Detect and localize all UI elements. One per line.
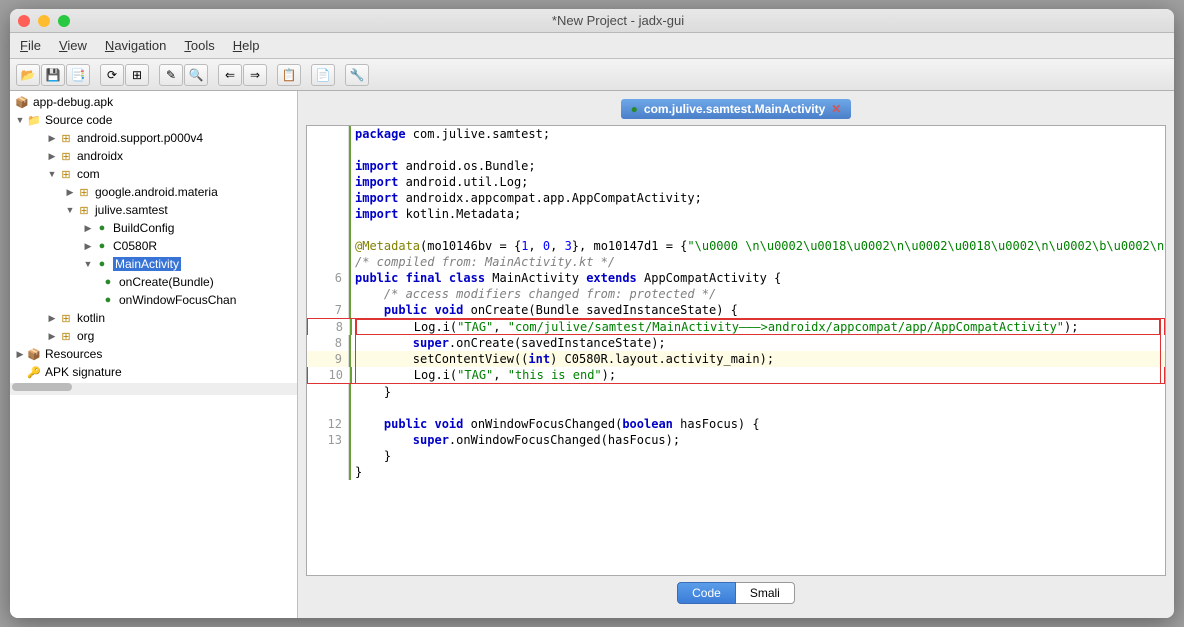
menu-tools[interactable]: Tools [184, 38, 214, 53]
menu-view[interactable]: View [59, 38, 87, 53]
tree-pkg-com[interactable]: ▼⊞com [10, 165, 297, 183]
app-window: *New Project - jadx-gui File View Naviga… [10, 9, 1174, 618]
traffic-lights [18, 15, 70, 27]
save-icon[interactable]: 💾 [41, 64, 65, 86]
content: 📦app-debug.apk ▼📁Source code ▶⊞android.s… [10, 91, 1174, 618]
view-code-button[interactable]: Code [677, 582, 736, 604]
open-icon[interactable]: 📂 [16, 64, 40, 86]
tree-apk-signature[interactable]: 🔑APK signature [10, 363, 297, 381]
tree-pkg-org[interactable]: ▶⊞org [10, 327, 297, 345]
grid-icon[interactable]: ⊞ [125, 64, 149, 86]
tree-cls-mainactivity[interactable]: ▼●MainActivity [10, 255, 297, 273]
project-tree[interactable]: 📦app-debug.apk ▼📁Source code ▶⊞android.s… [10, 91, 298, 618]
close-icon[interactable] [18, 15, 30, 27]
minimize-icon[interactable] [38, 15, 50, 27]
deobf-icon[interactable]: 📋 [277, 64, 301, 86]
editor-pane: ● com.julive.samtest.MainActivity ✕ pack… [298, 91, 1174, 618]
back-icon[interactable]: ⇐ [218, 64, 242, 86]
sidebar-scroll[interactable] [10, 383, 297, 395]
class-icon: ● [631, 102, 638, 116]
tree-method-oncreate[interactable]: ●onCreate(Bundle) [10, 273, 297, 291]
tree-pkg-julive[interactable]: ▼⊞julive.samtest [10, 201, 297, 219]
tab-mainactivity[interactable]: ● com.julive.samtest.MainActivity ✕ [621, 99, 852, 119]
window-title: *New Project - jadx-gui [70, 13, 1166, 28]
log-icon[interactable]: 📄 [311, 64, 335, 86]
zoom-icon[interactable] [58, 15, 70, 27]
tree-pkg-android[interactable]: ▶⊞android.support.p000v4 [10, 129, 297, 147]
tree-cls-buildconfig[interactable]: ▶●BuildConfig [10, 219, 297, 237]
saveall-icon[interactable]: 📑 [66, 64, 90, 86]
menu-file[interactable]: File [20, 38, 41, 53]
sync-icon[interactable]: ⟳ [100, 64, 124, 86]
tree-root[interactable]: 📦app-debug.apk [10, 93, 297, 111]
tree-method-onwindowfocus[interactable]: ●onWindowFocusChan [10, 291, 297, 309]
view-smali-button[interactable]: Smali [736, 582, 795, 604]
tree-pkg-androidx[interactable]: ▶⊞androidx [10, 147, 297, 165]
tree-source[interactable]: ▼📁Source code [10, 111, 297, 129]
tree-resources[interactable]: ▶📦Resources [10, 345, 297, 363]
settings-icon[interactable]: 🔧 [345, 64, 369, 86]
toolbar: 📂 💾 📑 ⟳ ⊞ ✎ 🔍 ⇐ ⇒ 📋 📄 🔧 [10, 59, 1174, 91]
menubar: File View Navigation Tools Help [10, 33, 1174, 59]
tree-pkg-google[interactable]: ▶⊞google.android.materia [10, 183, 297, 201]
forward-icon[interactable]: ⇒ [243, 64, 267, 86]
menu-help[interactable]: Help [233, 38, 260, 53]
search-icon[interactable]: 🔍 [184, 64, 208, 86]
menu-navigation[interactable]: Navigation [105, 38, 166, 53]
tabbar: ● com.julive.samtest.MainActivity ✕ [306, 99, 1166, 119]
titlebar: *New Project - jadx-gui [10, 9, 1174, 33]
tree-pkg-kotlin[interactable]: ▶⊞kotlin [10, 309, 297, 327]
wand-icon[interactable]: ✎ [159, 64, 183, 86]
tab-close-icon[interactable]: ✕ [831, 102, 841, 116]
tree-cls-c0580r[interactable]: ▶●C0580R [10, 237, 297, 255]
view-switch: Code Smali [306, 576, 1166, 610]
code-editor[interactable]: package com.julive.samtest; import andro… [306, 125, 1166, 576]
